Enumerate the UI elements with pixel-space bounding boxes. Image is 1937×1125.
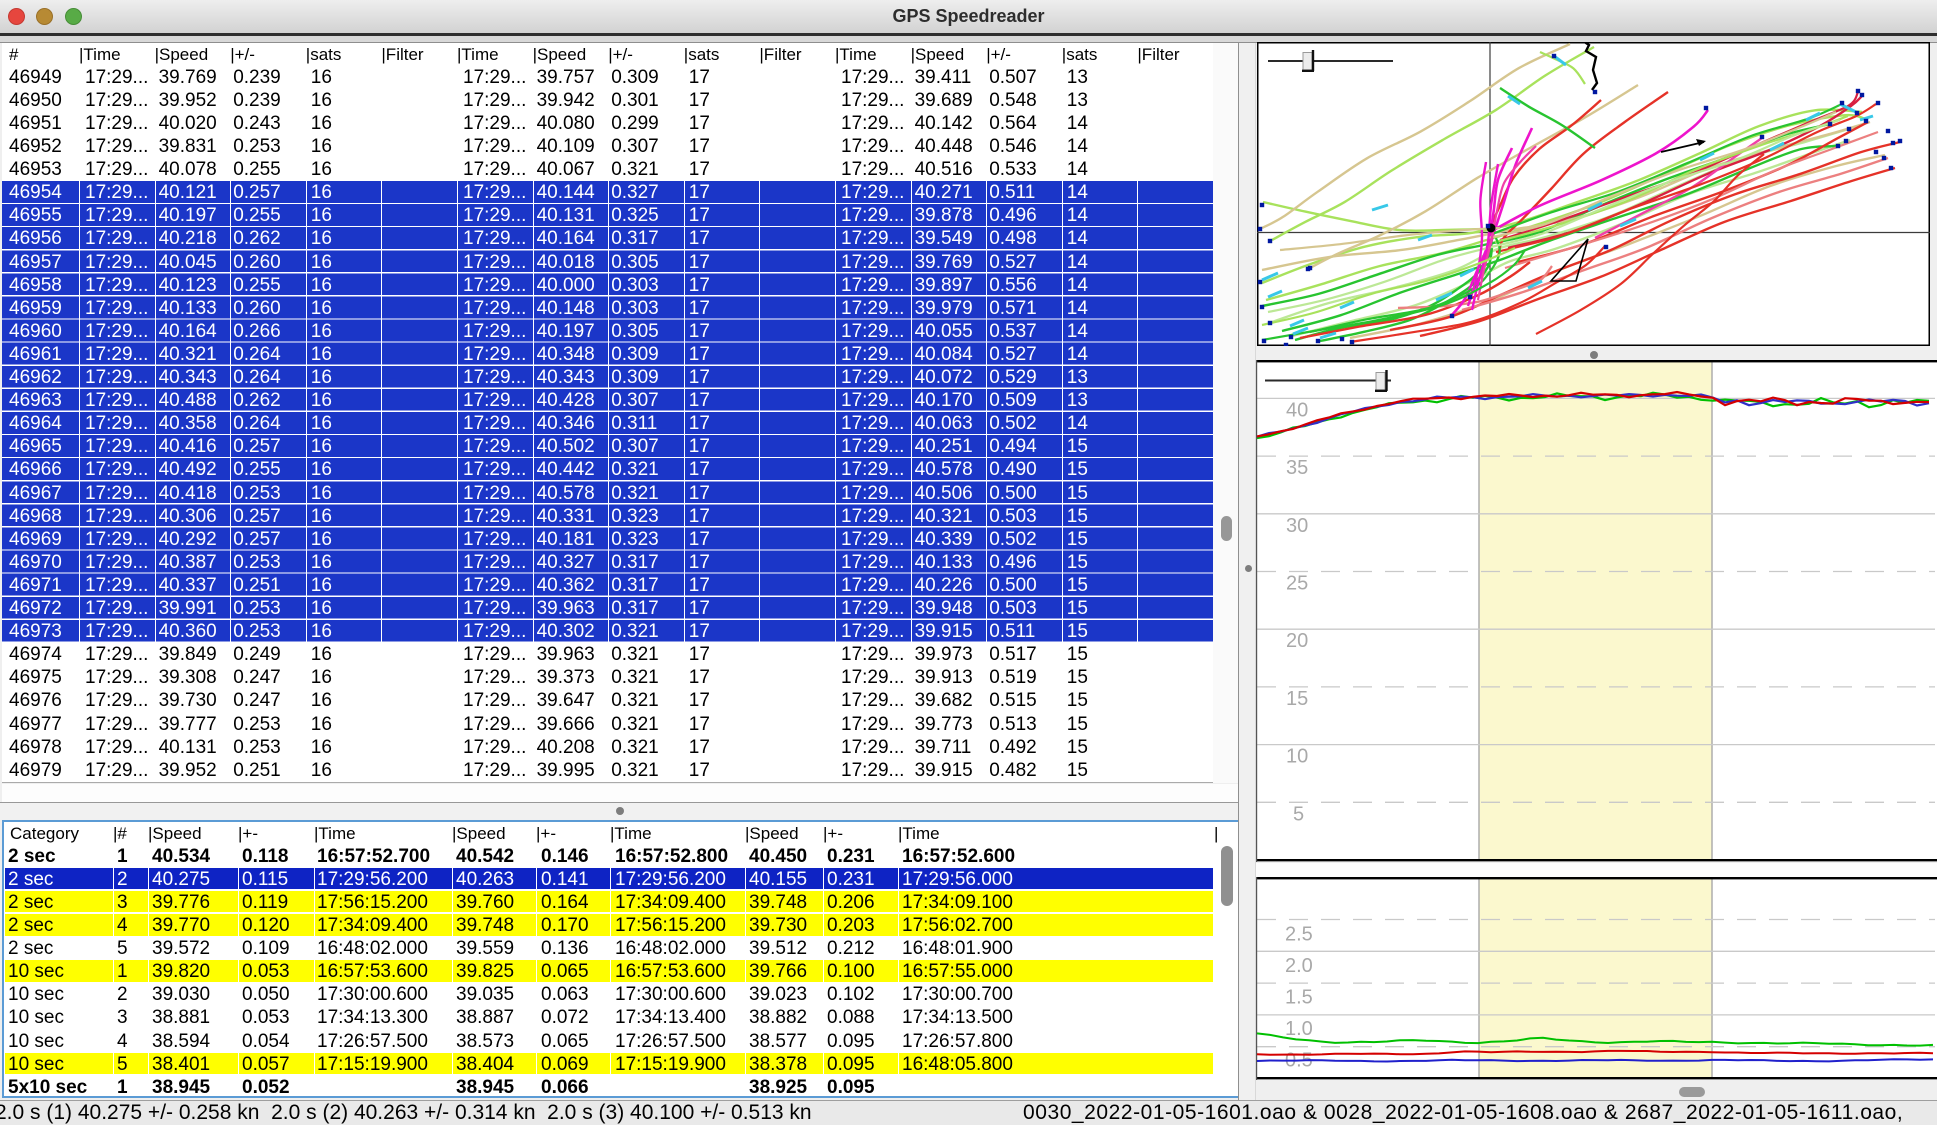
svg-text:35: 35	[1286, 457, 1308, 479]
svg-text:2.5: 2.5	[1285, 924, 1313, 946]
svg-text:25: 25	[1286, 573, 1308, 595]
svg-text:20: 20	[1286, 630, 1308, 652]
svg-text:40: 40	[1286, 399, 1308, 421]
svg-text:30: 30	[1286, 515, 1308, 537]
svg-text:1.5: 1.5	[1285, 987, 1313, 1009]
svg-text:1.0: 1.0	[1285, 1018, 1313, 1040]
svg-text:10: 10	[1286, 746, 1308, 768]
svg-text:5: 5	[1293, 803, 1304, 825]
svg-text:15: 15	[1286, 688, 1308, 710]
svg-text:2.0: 2.0	[1285, 955, 1313, 977]
